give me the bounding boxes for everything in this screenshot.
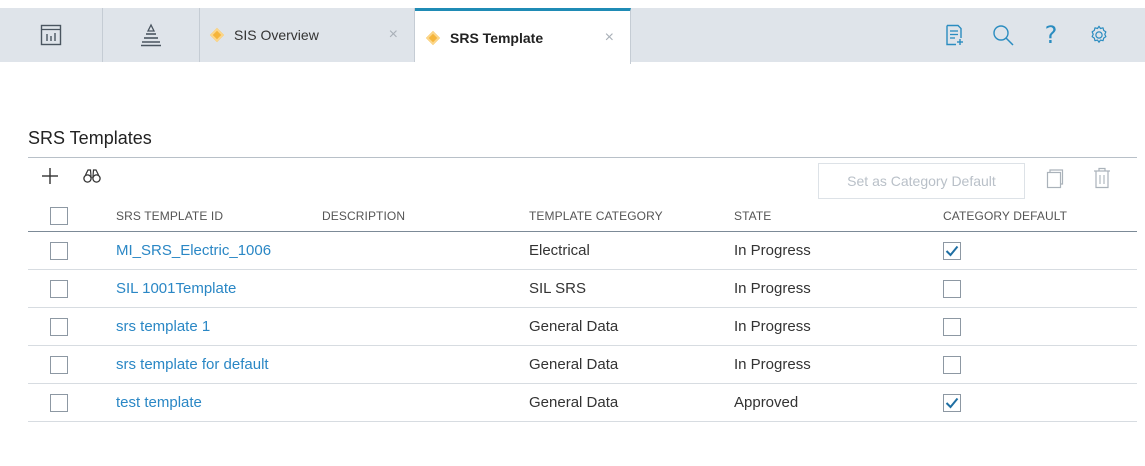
help-icon: ? xyxy=(1044,21,1058,49)
search-button[interactable] xyxy=(979,8,1027,62)
checkmark-icon xyxy=(945,397,959,408)
table-row[interactable]: SIL 1001Template SIL SRS In Progress xyxy=(28,270,1137,308)
category-default-checkbox[interactable] xyxy=(943,241,961,260)
row-select-cell xyxy=(50,346,68,383)
row-select-cell xyxy=(50,232,68,269)
table-header: SRS TEMPLATE ID DESCRIPTION TEMPLATE CAT… xyxy=(28,200,1137,232)
select-all-cell xyxy=(50,200,68,231)
column-header-template-category[interactable]: TEMPLATE CATEGORY xyxy=(529,200,663,231)
table-body: MI_SRS_Electric_1006 Electrical In Progres… xyxy=(28,232,1137,422)
column-header-state[interactable]: STATE xyxy=(734,200,771,231)
row-select-checkbox[interactable] xyxy=(50,241,68,260)
close-icon[interactable]: × xyxy=(605,29,614,46)
delete-button[interactable] xyxy=(1093,167,1111,189)
template-category-cell: SIL SRS xyxy=(529,280,586,297)
template-category-cell: General Data xyxy=(529,394,619,411)
state-cell: In Progress xyxy=(734,242,811,259)
category-default-cell xyxy=(943,346,961,383)
asset-hierarchy-icon xyxy=(141,23,161,47)
row-select-checkbox[interactable] xyxy=(50,393,68,412)
column-header-description[interactable]: DESCRIPTION xyxy=(322,200,405,231)
category-default-cell xyxy=(943,270,961,307)
srs-template-id-link[interactable]: test template xyxy=(116,384,202,421)
row-select-checkbox[interactable] xyxy=(50,355,68,374)
row-select-checkbox[interactable] xyxy=(50,317,68,336)
new-record-button[interactable] xyxy=(931,8,979,62)
table-row[interactable]: srs template for default General Data In P… xyxy=(28,346,1137,384)
set-category-default-button[interactable]: Set as Category Default xyxy=(818,163,1025,199)
close-icon[interactable]: × xyxy=(389,27,398,43)
state-cell: In Progress xyxy=(734,318,811,335)
add-icon xyxy=(42,168,58,184)
help-button[interactable]: ? xyxy=(1027,8,1075,62)
row-select-checkbox[interactable] xyxy=(50,279,68,298)
category-default-cell xyxy=(943,232,961,269)
sis-overview-tab-icon xyxy=(209,27,225,43)
top-navigation-bar: SIS Overview × SRS Template × ? xyxy=(0,0,1145,64)
row-select-cell xyxy=(50,270,68,307)
page-title: SRS Templates xyxy=(28,128,152,148)
srs-template-id-link[interactable]: srs template 1 xyxy=(116,308,210,345)
state-cell: In Progress xyxy=(734,356,811,373)
grid-toolbar xyxy=(40,166,102,186)
copy-icon xyxy=(1046,169,1064,189)
dashboard-button[interactable] xyxy=(0,8,103,62)
category-default-checkbox[interactable] xyxy=(943,393,961,412)
row-select-cell xyxy=(50,308,68,345)
select-all-checkbox[interactable] xyxy=(50,206,68,225)
template-category-cell: General Data xyxy=(529,318,619,335)
table-row[interactable]: MI_SRS_Electric_1006 Electrical In Progres… xyxy=(28,232,1137,270)
binoculars-icon xyxy=(83,169,101,183)
top-bar-actions: ? xyxy=(931,8,1123,62)
column-header-srs-template-id[interactable]: SRS TEMPLATE ID xyxy=(116,200,223,231)
settings-button[interactable] xyxy=(1075,8,1123,62)
tab-label: SIS Overview xyxy=(234,27,319,43)
state-cell: In Progress xyxy=(734,280,811,297)
settings-icon xyxy=(1091,25,1107,43)
tab-label: SRS Template xyxy=(450,29,544,46)
tab-sis-overview[interactable]: SIS Overview × xyxy=(200,8,415,62)
category-default-cell xyxy=(943,384,961,421)
copy-button[interactable] xyxy=(1044,168,1064,190)
table-row[interactable]: srs template 1 General Data In Progress xyxy=(28,308,1137,346)
template-category-cell: Electrical xyxy=(529,242,590,259)
srs-template-id-link[interactable]: MI_SRS_Electric_1006 xyxy=(116,232,271,269)
srs-template-id-link[interactable]: srs template for default xyxy=(116,346,269,383)
row-select-cell xyxy=(50,384,68,421)
find-button[interactable] xyxy=(82,166,102,186)
new-record-icon xyxy=(946,24,963,46)
table-row[interactable]: test template General Data Approved xyxy=(28,384,1137,422)
template-category-cell: General Data xyxy=(529,356,619,373)
column-header-category-default[interactable]: CATEGORY DEFAULT xyxy=(943,200,1067,231)
state-cell: Approved xyxy=(734,394,799,411)
category-default-checkbox[interactable] xyxy=(943,317,961,336)
category-default-checkbox[interactable] xyxy=(943,355,961,374)
category-default-cell xyxy=(943,308,961,345)
category-default-checkbox[interactable] xyxy=(943,279,961,298)
srs-template-tab-icon xyxy=(425,30,441,45)
tab-srs-template[interactable]: SRS Template × xyxy=(415,8,631,64)
checkmark-icon xyxy=(945,245,959,256)
srs-template-id-link[interactable]: SIL 1001Template xyxy=(116,270,236,307)
asset-hierarchy-button[interactable] xyxy=(103,8,200,62)
add-button[interactable] xyxy=(40,166,60,186)
trash-icon xyxy=(1094,167,1110,189)
search-icon xyxy=(993,25,1014,46)
srs-templates-table: SRS TEMPLATE ID DESCRIPTION TEMPLATE CAT… xyxy=(28,200,1137,422)
title-divider xyxy=(28,157,1137,158)
dashboard-icon xyxy=(40,24,62,46)
